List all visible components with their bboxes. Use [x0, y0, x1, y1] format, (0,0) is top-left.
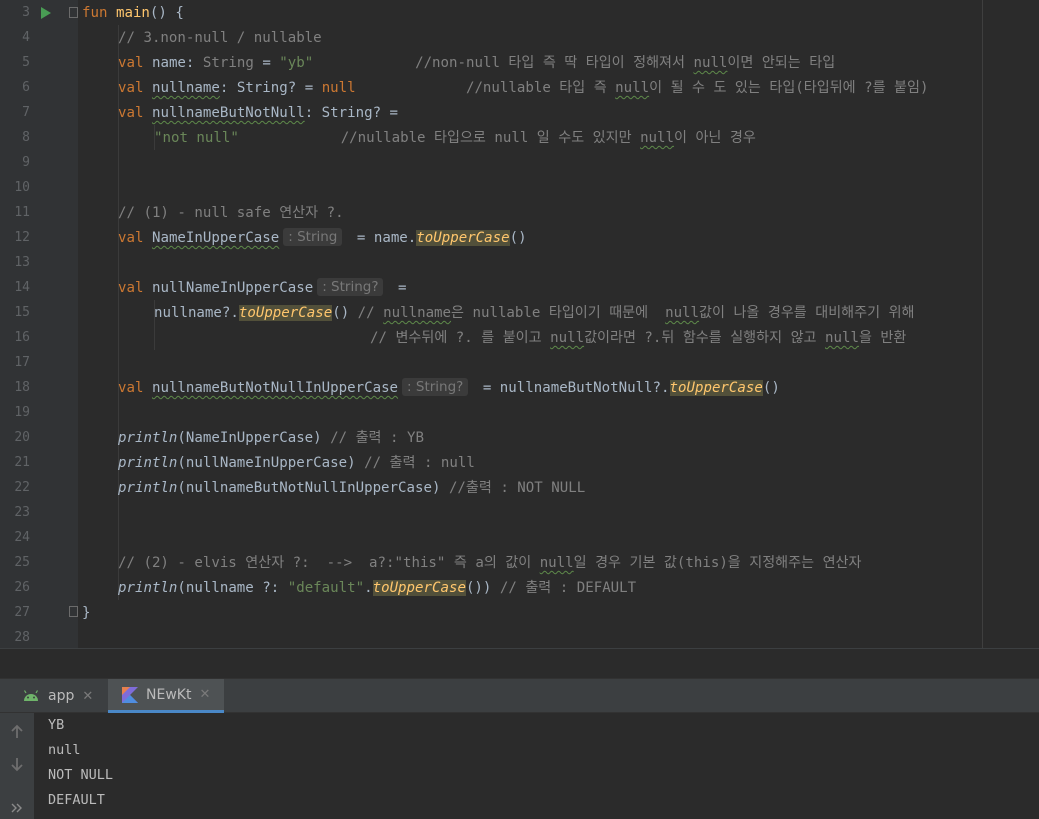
- line-number-gutter: 3 4 5 6 7 8 9 10 11 12 13 14 15 16 17 18 19 20 21 22 23 24 25 2…: [0, 0, 78, 648]
- tab-newkt-label: NEwKt: [146, 686, 192, 703]
- line-number: 14: [14, 280, 30, 295]
- line-number: 11: [14, 205, 30, 220]
- line-number: 8: [22, 130, 30, 145]
- tab-app[interactable]: app ✕: [22, 679, 103, 713]
- panel-divider[interactable]: [0, 648, 1039, 678]
- type-hint: : String?: [402, 378, 469, 396]
- line-number: 28: [14, 630, 30, 645]
- line-number: 9: [22, 155, 30, 170]
- line-number: 15: [14, 305, 30, 320]
- right-margin-guide: [982, 0, 983, 648]
- line-number: 24: [14, 530, 30, 545]
- kotlin-icon: [122, 686, 138, 703]
- run-side-toolbar: [0, 713, 34, 819]
- fold-end-icon[interactable]: [69, 606, 78, 617]
- code-line-26: println(nullname ?: "default".toUpperCas…: [118, 580, 637, 596]
- console-line: null: [48, 742, 81, 758]
- console-line: NOT NULL: [48, 767, 114, 783]
- down-arrow-icon[interactable]: [8, 755, 26, 773]
- line-number: 21: [14, 455, 30, 470]
- code-line-22: println(nullnameButNotNullInUpperCase) /…: [118, 480, 586, 496]
- line-number: 23: [14, 505, 30, 520]
- tab-newkt-close-icon[interactable]: ✕: [199, 687, 210, 702]
- type-hint: : String: [283, 228, 343, 246]
- line-number: 13: [14, 255, 30, 270]
- code-line-20: println(NameInUpperCase) // 출력 : YB: [118, 430, 424, 446]
- line-number: 18: [14, 380, 30, 395]
- code-line-11: // (1) - null safe 연산자 ?.: [118, 205, 344, 221]
- code-line-16: // 변수뒤에 ?. 를 붙이고 null값이라면 ?.뒤 함수를 실행하지 않…: [370, 330, 907, 346]
- line-number: 20: [14, 430, 30, 445]
- line-number: 25: [14, 555, 30, 570]
- code-line-8: "not null" //nullable 타입으로 null 일 수도 있지만…: [154, 130, 756, 146]
- tab-newkt[interactable]: NEwKt ✕: [108, 679, 225, 713]
- code-line-21: println(nullNameInUpperCase) // 출력 : nul…: [118, 455, 475, 471]
- console-line: YB: [48, 717, 65, 733]
- line-number: 7: [22, 105, 30, 120]
- tab-app-label: app: [48, 688, 75, 704]
- code-line-25: // (2) - elvis 연산자 ?: --> a?:"this" 즉 a의…: [118, 555, 862, 571]
- more-chevron-icon[interactable]: [8, 799, 26, 817]
- code-line-27: }: [82, 605, 91, 621]
- android-icon: [23, 690, 39, 701]
- run-main-icon[interactable]: [41, 7, 51, 19]
- line-number: 4: [22, 30, 30, 45]
- code-line-4: // 3.non-null / nullable: [118, 30, 322, 46]
- code-line-3: fun main() {: [82, 5, 184, 21]
- console-output[interactable]: YB null NOT NULL DEFAULT: [48, 713, 113, 813]
- up-arrow-icon[interactable]: [8, 723, 26, 741]
- line-number: 6: [22, 80, 30, 95]
- code-line-14: val nullNameInUpperCase: String? =: [118, 278, 407, 296]
- code-line-12: val NameInUpperCase: String = name.toUpp…: [118, 228, 527, 246]
- code-line-15: nullname?.toUpperCase() // nullname은 nul…: [154, 305, 915, 321]
- fold-start-icon[interactable]: [69, 7, 78, 18]
- code-editor[interactable]: 3 4 5 6 7 8 9 10 11 12 13 14 15 16 17 18 19 20 21 22 23 24 25 2…: [0, 0, 1039, 648]
- line-number: 16: [14, 330, 30, 345]
- line-number: 17: [14, 355, 30, 370]
- line-number: 3: [22, 5, 30, 20]
- line-number: 5: [22, 55, 30, 70]
- console-line: DEFAULT: [48, 792, 105, 808]
- line-number: 19: [14, 405, 30, 420]
- line-number: 12: [14, 230, 30, 245]
- code-line-18: val nullnameButNotNullInUpperCase: Strin…: [118, 378, 780, 396]
- run-tab-bar: app ✕ NEwKt ✕: [0, 679, 1039, 713]
- code-line-7: val nullnameButNotNull: String? =: [118, 105, 399, 121]
- tab-app-close-icon[interactable]: ✕: [82, 689, 93, 704]
- line-number: 26: [14, 580, 30, 595]
- run-tool-window: app ✕ NEwKt ✕ YB null NOT NULL DEFAULT: [0, 678, 1039, 819]
- line-number: 10: [14, 180, 30, 195]
- line-number: 22: [14, 480, 30, 495]
- code-line-6: val nullname: String? = null //nullable …: [118, 80, 929, 96]
- code-line-5: val name: String = "yb" //non-null 타입 즉 …: [118, 55, 836, 71]
- type-hint: : String?: [317, 278, 384, 296]
- line-number: 27: [14, 605, 30, 620]
